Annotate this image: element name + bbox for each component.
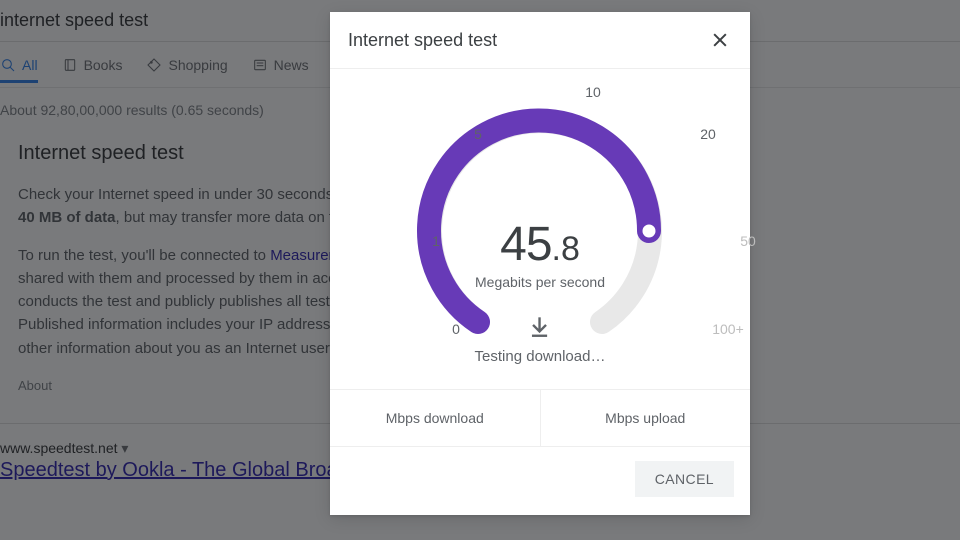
cancel-button[interactable]: CANCEL — [635, 461, 734, 497]
gauge-status: Testing download… — [475, 313, 606, 365]
gauge-tick-1: 1 — [432, 233, 440, 249]
speed-value-dec: .8 — [552, 230, 580, 268]
download-icon — [527, 313, 553, 339]
gauge-tick-100: 100+ — [712, 321, 744, 337]
gauge-tick-20: 20 — [700, 126, 716, 142]
gauge-tick-10: 10 — [585, 84, 601, 100]
status-text: Testing download… — [475, 348, 606, 365]
modal-header: Internet speed test — [330, 12, 750, 69]
close-icon — [710, 30, 730, 50]
modal-actions: CANCEL — [330, 447, 750, 515]
gauge-tick-50: 50 — [740, 233, 756, 249]
speed-test-modal: Internet speed test 0 1 5 10 20 50 100+ … — [330, 12, 750, 515]
metric-upload: Mbps upload — [540, 390, 751, 446]
gauge-tick-0: 0 — [452, 321, 460, 337]
speed-unit: Megabits per second — [475, 274, 605, 290]
metric-download: Mbps download — [330, 390, 540, 446]
gauge-tick-5: 5 — [474, 126, 482, 142]
metrics-row: Mbps download Mbps upload — [330, 389, 750, 447]
gauge-value: 45.8 Megabits per second — [475, 217, 605, 290]
modal-title: Internet speed test — [348, 30, 497, 51]
speed-value-int: 45 — [500, 218, 551, 271]
close-button[interactable] — [708, 28, 732, 52]
gauge: 0 1 5 10 20 50 100+ 45.8 Megabits per se… — [330, 69, 750, 389]
